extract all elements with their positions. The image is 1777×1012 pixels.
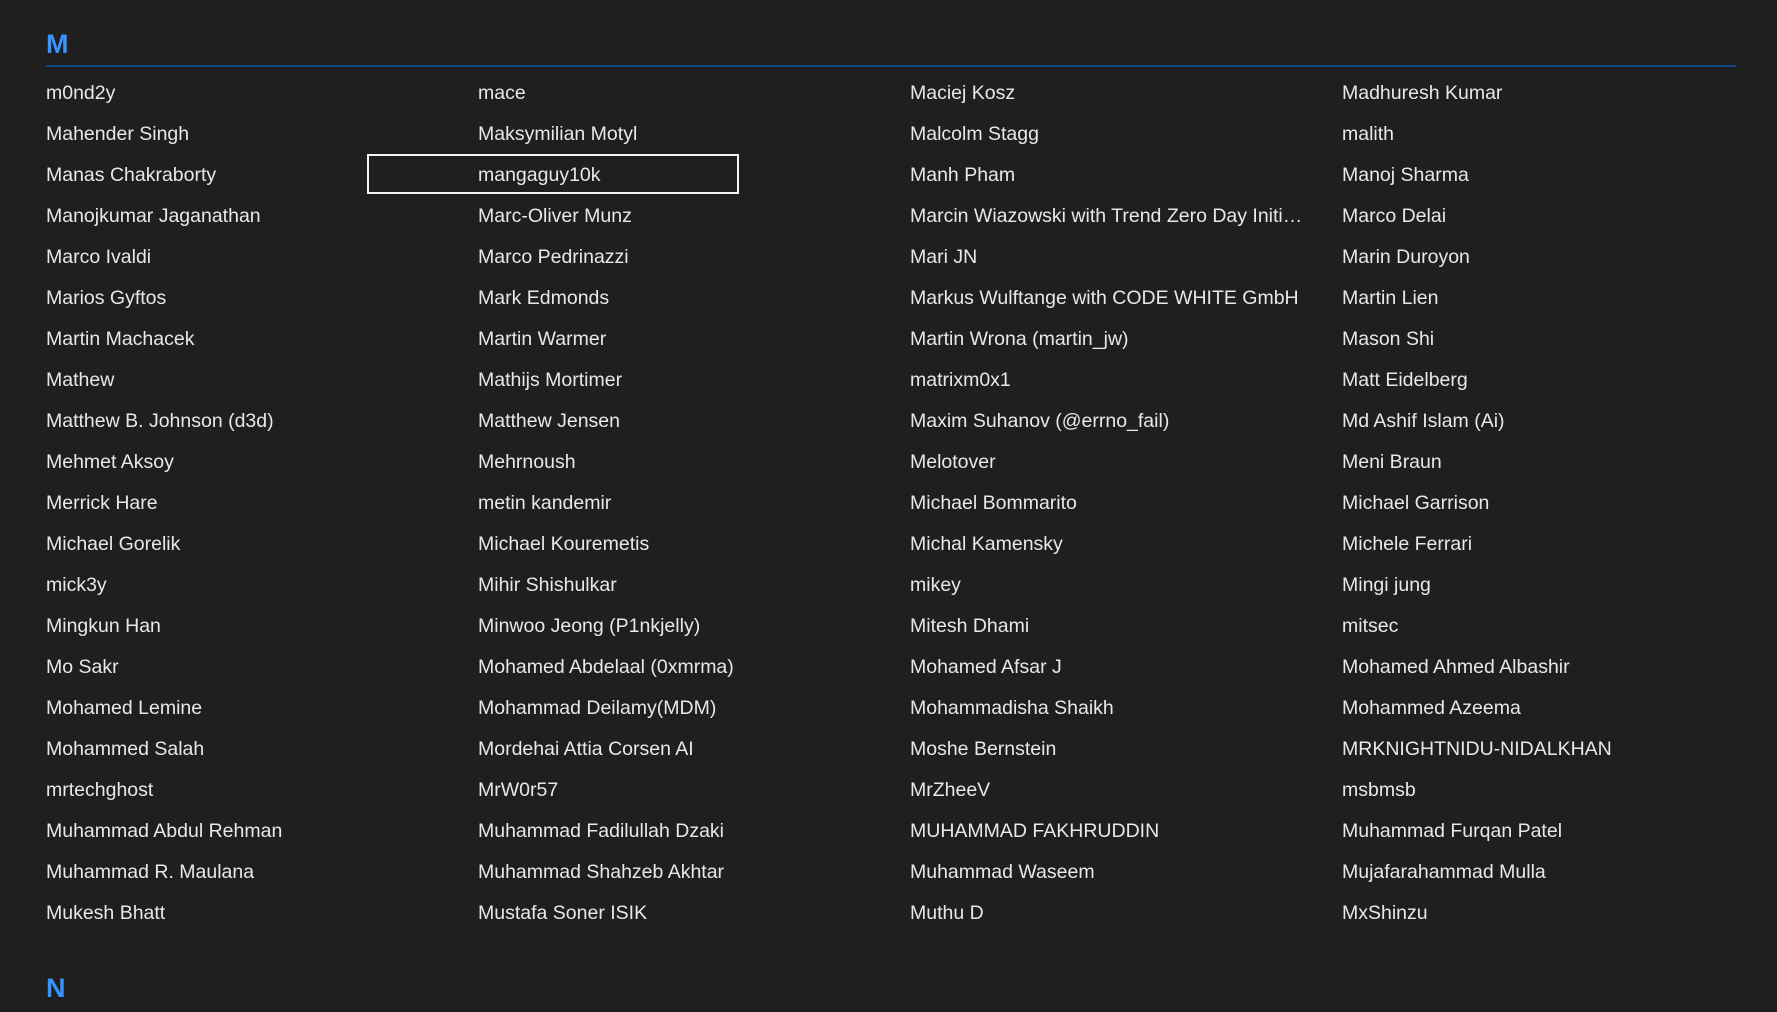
contributor-name[interactable]: Mathijs Mortimer <box>478 360 910 401</box>
contributor-name[interactable]: mangaguy10k <box>367 154 910 196</box>
contributor-name[interactable]: Michal Kamensky <box>910 524 1342 565</box>
contributor-name[interactable]: mrtechghost <box>46 770 478 811</box>
contributor-name[interactable]: Malcolm Stagg <box>910 114 1342 155</box>
contributor-name[interactable]: Marios Gyftos <box>46 278 478 319</box>
contributor-name[interactable]: Mathew <box>46 360 478 401</box>
contributor-name[interactable]: Mordehai Attia Corsen AI <box>478 729 910 770</box>
contributor-name[interactable]: metin kandemir <box>478 483 910 524</box>
contributor-name[interactable]: Mo Sakr <box>46 647 478 688</box>
contributor-name[interactable]: Marco Delai <box>1342 196 1736 237</box>
contributor-name[interactable]: Mingi jung <box>1342 565 1736 606</box>
contributor-name[interactable]: Maksymilian Motyl <box>478 114 910 155</box>
contributor-name[interactable]: m0nd2y <box>46 73 478 114</box>
contributor-name[interactable]: Muthu D <box>910 893 1342 934</box>
contributor-name[interactable]: Martin Wrona (martin_jw) <box>910 319 1342 360</box>
contributor-name[interactable]: Markus Wulftange with CODE WHITE GmbH <box>910 278 1342 319</box>
contributor-name[interactable]: Muhammad Furqan Patel <box>1342 811 1736 852</box>
contributor-name[interactable]: Mukesh Bhatt <box>46 893 478 934</box>
contributor-name[interactable]: Mari JN <box>910 237 1342 278</box>
contributor-name[interactable]: Mehmet Aksoy <box>46 442 478 483</box>
contributor-name[interactable]: Mingkun Han <box>46 606 478 647</box>
section-n: N <box>46 970 1736 1006</box>
contributor-name[interactable]: Mehrnoush <box>478 442 910 483</box>
contributor-name[interactable]: Matthew B. Johnson (d3d) <box>46 401 478 442</box>
contributor-name[interactable]: Minwoo Jeong (P1nkjelly) <box>478 606 910 647</box>
contributor-name[interactable]: MRKNIGHTNIDU-NIDALKHAN <box>1342 729 1736 770</box>
contributor-name[interactable]: Manojkumar Jaganathan <box>46 196 478 237</box>
contributor-name[interactable]: Mahender Singh <box>46 114 478 155</box>
contributor-name[interactable]: Marc-Oliver Munz <box>478 196 910 237</box>
contributor-name[interactable]: Michael Kouremetis <box>478 524 910 565</box>
contributor-name[interactable]: Marco Pedrinazzi <box>478 237 910 278</box>
contributor-name[interactable]: Merrick Hare <box>46 483 478 524</box>
contributor-name[interactable]: MUHAMMAD FAKHRUDDIN <box>910 811 1342 852</box>
contributor-name[interactable]: Mohamed Lemine <box>46 688 478 729</box>
contributor-name[interactable]: Marcin Wiazowski with Trend Zero Day Ini… <box>910 196 1342 237</box>
contributor-name[interactable]: matrixm0x1 <box>910 360 1342 401</box>
contributor-name[interactable]: MxShinzu <box>1342 893 1736 934</box>
contributor-name[interactable]: mikey <box>910 565 1342 606</box>
contributor-name[interactable]: Mohammed Azeema <box>1342 688 1736 729</box>
section-m: M m0nd2y mace Maciej Kosz Madhuresh Kumar Ma… <box>46 26 1736 934</box>
section-divider <box>46 65 1736 67</box>
contributor-name[interactable]: Muhammad Waseem <box>910 852 1342 893</box>
contributor-name[interactable]: Michael Bommarito <box>910 483 1342 524</box>
contributor-name[interactable]: Mujafarahammad Mulla <box>1342 852 1736 893</box>
contributor-name[interactable]: Martin Lien <box>1342 278 1736 319</box>
contributor-name[interactable]: Maxim Suhanov (@errno_fail) <box>910 401 1342 442</box>
contributor-name[interactable]: Mitesh Dhami <box>910 606 1342 647</box>
acknowledgement-name-grid: m0nd2y mace Maciej Kosz Madhuresh Kumar Mahe… <box>46 73 1736 934</box>
contributor-name[interactable]: Muhammad Fadilullah Dzaki <box>478 811 910 852</box>
contributor-name[interactable]: mitsec <box>1342 606 1736 647</box>
contributor-name[interactable]: Martin Warmer <box>478 319 910 360</box>
contributor-name[interactable]: Marin Duroyon <box>1342 237 1736 278</box>
contributor-name[interactable]: Matthew Jensen <box>478 401 910 442</box>
contributor-name[interactable]: Marco Ivaldi <box>46 237 478 278</box>
contributor-name[interactable]: Mohammad Deilamy(MDM) <box>478 688 910 729</box>
contributor-name[interactable]: Mark Edmonds <box>478 278 910 319</box>
contributor-name[interactable]: mick3y <box>46 565 478 606</box>
contributor-name[interactable]: Manh Pham <box>910 155 1342 196</box>
contributor-name[interactable]: Martin Machacek <box>46 319 478 360</box>
contributor-name[interactable]: Md Ashif Islam (Ai) <box>1342 401 1736 442</box>
contributor-name[interactable]: Michele Ferrari <box>1342 524 1736 565</box>
contributor-name[interactable]: Madhuresh Kumar <box>1342 73 1736 114</box>
contributor-name[interactable]: Meni Braun <box>1342 442 1736 483</box>
contributor-name[interactable]: mace <box>478 73 910 114</box>
contributor-name[interactable]: Mohammadisha Shaikh <box>910 688 1342 729</box>
contributor-name[interactable]: Mohamed Ahmed Albashir <box>1342 647 1736 688</box>
contributor-name[interactable]: Melotover <box>910 442 1342 483</box>
contributor-name[interactable]: Muhammad R. Maulana <box>46 852 478 893</box>
contributor-name[interactable]: malith <box>1342 114 1736 155</box>
contributor-name[interactable]: Michael Gorelik <box>46 524 478 565</box>
contributor-name[interactable]: Mason Shi <box>1342 319 1736 360</box>
contributor-name[interactable]: Mustafa Soner ISIK <box>478 893 910 934</box>
contributor-name[interactable]: Matt Eidelberg <box>1342 360 1736 401</box>
contributor-name[interactable]: Mohamed Afsar J <box>910 647 1342 688</box>
contributor-name[interactable]: Michael Garrison <box>1342 483 1736 524</box>
contributor-name[interactable]: Manoj Sharma <box>1342 155 1736 196</box>
contributor-name[interactable]: Manas Chakraborty <box>46 155 478 196</box>
contributor-name[interactable]: Muhammad Shahzeb Akhtar <box>478 852 910 893</box>
contributor-name[interactable]: Moshe Bernstein <box>910 729 1342 770</box>
contributor-name[interactable]: Maciej Kosz <box>910 73 1342 114</box>
contributor-name[interactable]: Muhammad Abdul Rehman <box>46 811 478 852</box>
contributor-name[interactable]: msbmsb <box>1342 770 1736 811</box>
contributor-name[interactable]: Mohamed Abdelaal (0xmrma) <box>478 647 910 688</box>
contributor-name[interactable]: Mihir Shishulkar <box>478 565 910 606</box>
contributor-name[interactable]: Mohammed Salah <box>46 729 478 770</box>
contributor-name[interactable]: MrW0r57 <box>478 770 910 811</box>
section-heading-m: M <box>46 29 69 59</box>
section-heading-n: N <box>46 973 66 1003</box>
contributor-name[interactable]: MrZheeV <box>910 770 1342 811</box>
